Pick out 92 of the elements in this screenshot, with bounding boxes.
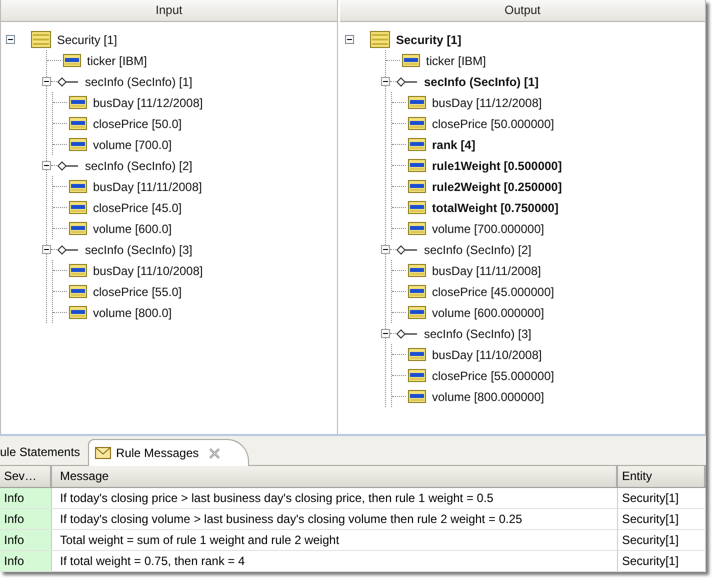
tree-item[interactable]: closePrice [50.000000] (432, 116, 554, 130)
field-icon (408, 348, 426, 361)
table-cell: Info (0, 551, 52, 571)
tree-item[interactable]: Security [1] (57, 32, 118, 46)
field-icon (408, 96, 426, 109)
tree-item[interactable]: rank [4] (432, 138, 476, 152)
diamond-link-icon (57, 76, 79, 86)
tree-item[interactable]: volume [800.000000] (432, 390, 544, 404)
table-icon (370, 31, 390, 48)
field-icon (69, 96, 87, 109)
tree-item[interactable]: busDay [11/10/2008] (93, 264, 203, 278)
tree-item[interactable]: secInfo (SecInfo) [2] (424, 242, 532, 256)
diamond-link-icon (57, 244, 79, 254)
tree-item[interactable]: ticker [IBM] (426, 54, 486, 68)
tree-item[interactable]: volume [700.000000] (432, 222, 544, 236)
tree-item[interactable]: ticker [IBM] (87, 54, 148, 68)
table-cell: Security[1] (618, 530, 706, 550)
table-cell: Info (0, 530, 52, 550)
table-cell: Info (0, 509, 52, 529)
field-icon (69, 222, 87, 235)
collapse-toggle[interactable] (381, 77, 390, 86)
field-icon (408, 390, 426, 403)
tree-item[interactable]: secInfo (SecInfo) [3] (85, 242, 192, 256)
tree-item[interactable]: volume [700.0] (93, 138, 172, 152)
field-icon (69, 201, 87, 214)
diamond-link-icon (396, 244, 418, 254)
table-cell: Security[1] (618, 551, 706, 571)
envelope-icon (95, 447, 112, 459)
field-icon (69, 138, 87, 151)
tree-item[interactable]: busDay [11/12/2008] (432, 96, 542, 110)
table-cell: Info (0, 488, 52, 508)
tree-item[interactable]: volume [600.000000] (432, 306, 544, 320)
diamond-link-icon (396, 76, 418, 86)
column-header[interactable]: Message (52, 466, 618, 487)
tree-item[interactable]: rule1Weight [0.500000] (432, 158, 562, 172)
collapse-toggle[interactable] (6, 35, 15, 44)
column-header[interactable]: Entity (618, 466, 706, 487)
collapse-toggle[interactable] (381, 245, 390, 254)
field-icon (408, 285, 426, 298)
field-icon (69, 180, 87, 193)
tree-item[interactable]: volume [800.0] (93, 306, 172, 320)
field-icon (408, 117, 426, 130)
tree-item[interactable]: secInfo (SecInfo) [1] (424, 74, 539, 88)
diamond-link-icon (57, 160, 79, 170)
diamond-link-icon (396, 328, 418, 338)
column-header[interactable]: Output (340, 0, 705, 22)
tree-item[interactable]: secInfo (SecInfo) [1] (85, 74, 192, 88)
tree-item[interactable]: Security [1] (396, 32, 462, 46)
collapse-toggle[interactable] (42, 161, 51, 170)
tree-item[interactable]: closePrice [50.0] (93, 116, 182, 130)
column-header[interactable]: Input (1, 0, 337, 22)
tree-item[interactable]: secInfo (SecInfo) [2] (85, 158, 192, 172)
table-icon (31, 31, 51, 48)
field-icon (408, 369, 426, 382)
tree-item[interactable]: busDay [11/10/2008] (432, 348, 542, 362)
collapse-toggle[interactable] (381, 329, 390, 338)
tree-item[interactable]: closePrice [55.0] (93, 284, 182, 298)
field-icon (63, 54, 81, 67)
field-icon (69, 264, 87, 277)
tree-item[interactable]: closePrice [45.000000] (432, 284, 554, 298)
tree-item[interactable]: totalWeight [0.750000] (432, 200, 558, 214)
collapse-toggle[interactable] (42, 245, 51, 254)
field-icon (408, 306, 426, 319)
tree-item[interactable]: closePrice [45.0] (93, 200, 182, 214)
tree-item[interactable]: closePrice [55.000000] (432, 368, 554, 382)
table-cell: Security[1] (618, 509, 706, 529)
field-icon (402, 54, 420, 67)
field-icon (408, 264, 426, 277)
tree-item[interactable]: busDay [11/11/2008] (432, 264, 541, 278)
tree-item[interactable]: rule2Weight [0.250000] (432, 180, 562, 194)
field-icon (69, 117, 87, 130)
table-cell: Total weight = sum of rule 1 weight and rule 2 weight (52, 530, 618, 550)
tree-item[interactable]: busDay [11/12/2008] (93, 96, 203, 110)
table-cell: Security[1] (618, 488, 706, 508)
field-icon (408, 201, 426, 214)
field-icon (69, 285, 87, 298)
table-cell: If total weight = 0.75, then rank = 4 (52, 551, 618, 571)
tab[interactable]: ule Statements (0, 439, 88, 465)
field-icon (408, 159, 426, 172)
table-cell: If today's closing volume > last business day's closing volume then rule 2 weight = 0.25 (52, 509, 618, 529)
field-icon (408, 180, 426, 193)
field-icon (408, 222, 426, 235)
tree-item[interactable]: busDay [11/11/2008] (93, 180, 202, 194)
field-icon (408, 138, 426, 151)
collapse-toggle[interactable] (42, 77, 51, 86)
tree-item[interactable]: volume [600.0] (93, 222, 172, 236)
tab[interactable]: Rule Messages (88, 439, 249, 466)
field-icon (69, 306, 87, 319)
table-cell: If today's closing price > last business day's closing price, then rule 1 weight = 0.5 (52, 488, 618, 508)
collapse-toggle[interactable] (345, 35, 354, 44)
close-icon[interactable] (208, 448, 220, 458)
tree-item[interactable]: secInfo (SecInfo) [3] (424, 326, 532, 340)
